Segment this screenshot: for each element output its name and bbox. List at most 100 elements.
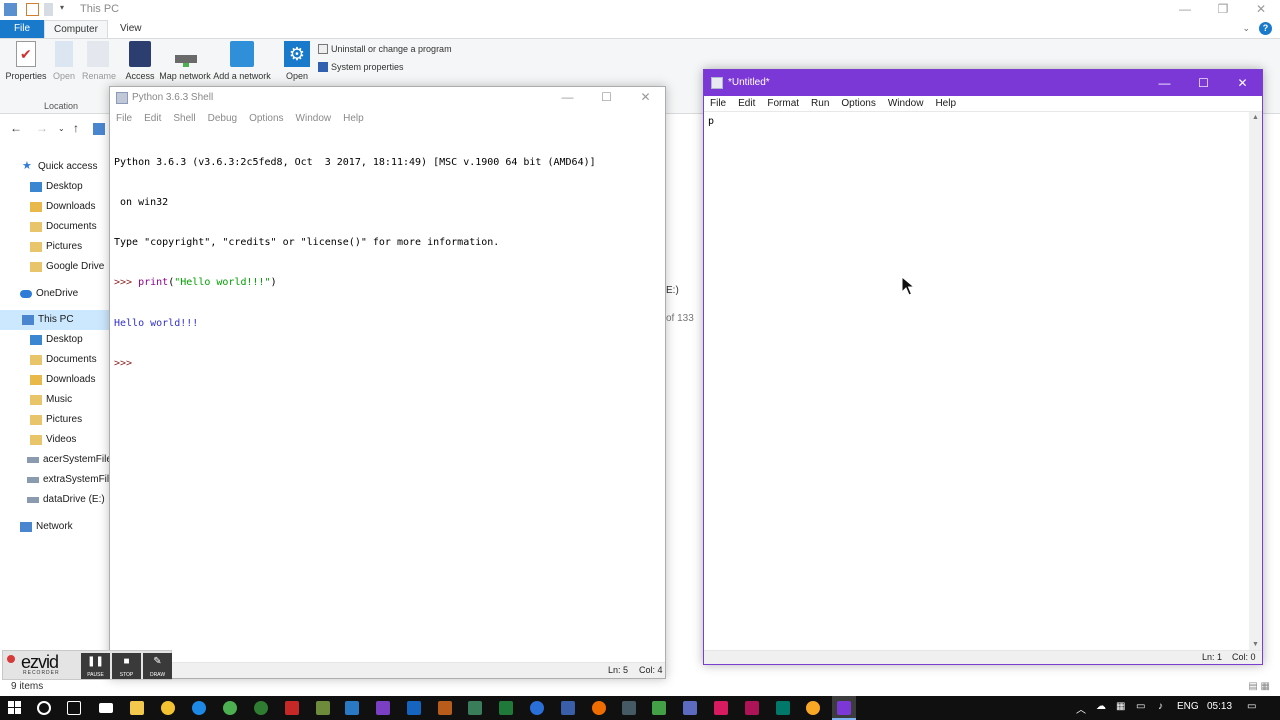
word-icon[interactable]: [407, 701, 421, 715]
nav-pc-desktop[interactable]: Desktop: [0, 330, 110, 350]
nav-pc-videos[interactable]: Videos: [0, 430, 110, 450]
open-settings-button[interactable]: ⚙ Open: [282, 41, 312, 81]
menu-options[interactable]: Options: [243, 111, 289, 127]
teal-tool-icon[interactable]: [468, 701, 482, 715]
nav-desktop[interactable]: Desktop: [0, 177, 110, 197]
check-app-icon[interactable]: [652, 701, 666, 715]
active-idle-taskbar-button[interactable]: [832, 696, 856, 720]
tab-computer[interactable]: Computer: [44, 20, 108, 38]
scroll-up-icon[interactable]: ▲: [1252, 114, 1259, 121]
minimize-icon[interactable]: —: [1166, 0, 1204, 20]
tray-chevron-icon[interactable]: ︿: [1076, 701, 1086, 716]
menu-file[interactable]: File: [704, 96, 732, 111]
menu-file[interactable]: File: [110, 111, 138, 127]
menu-edit[interactable]: Edit: [732, 96, 761, 111]
navy-app-icon[interactable]: [561, 701, 575, 715]
windows-start-icon[interactable]: [8, 701, 22, 715]
nav-drive-extra[interactable]: extraSystemFile: [0, 470, 110, 490]
menu-edit[interactable]: Edit: [138, 111, 167, 127]
file-explorer-taskbar-icon[interactable]: [130, 701, 144, 715]
nav-pc-documents[interactable]: Documents: [0, 350, 110, 370]
minimize-icon[interactable]: —: [548, 87, 587, 109]
editor-text-area[interactable]: p: [708, 116, 1248, 646]
nav-pc-music[interactable]: Music: [0, 390, 110, 410]
up-arrow-icon[interactable]: ↑: [73, 121, 79, 135]
scroll-down-icon[interactable]: ▼: [1252, 641, 1259, 648]
pause-button[interactable]: ❚❚ PAUSE: [81, 653, 110, 679]
nav-pc-downloads[interactable]: Downloads: [0, 370, 110, 390]
shell-text-area[interactable]: Python 3.6.3 (v3.6.3:2c5fed8, Oct 3 2017…: [114, 129, 661, 397]
view-toggle-icons[interactable]: ▤ ▦: [1248, 681, 1270, 692]
access-media-button[interactable]: Access: [124, 41, 156, 81]
close-icon[interactable]: ✕: [1223, 70, 1262, 92]
chrome-browser-icon[interactable]: [223, 701, 237, 715]
open-button[interactable]: Open: [50, 41, 78, 81]
volume-tray-icon[interactable]: ♪: [1158, 701, 1163, 712]
forward-arrow-icon[interactable]: →: [36, 121, 48, 135]
nav-google-drive[interactable]: Google Drive: [0, 257, 110, 277]
gray-app-icon[interactable]: [622, 701, 636, 715]
nav-downloads[interactable]: Downloads: [0, 197, 110, 217]
visual-studio-icon[interactable]: [376, 701, 390, 715]
editor-scrollbar[interactable]: ▲ ▼: [1249, 112, 1262, 650]
draw-button[interactable]: ✎ DRAW: [143, 653, 172, 679]
address-pc-icon[interactable]: [93, 123, 105, 135]
task-view-icon[interactable]: [67, 701, 81, 715]
help-icon[interactable]: ?: [1259, 22, 1272, 35]
edge-browser-icon[interactable]: [192, 701, 206, 715]
clock[interactable]: 05:13: [1207, 701, 1232, 712]
excel-icon[interactable]: [499, 701, 513, 715]
maximize-icon[interactable]: ❐: [1204, 0, 1242, 20]
dark-teal-app-icon[interactable]: [776, 701, 790, 715]
orange-circle-app-icon[interactable]: [592, 701, 606, 715]
nav-documents[interactable]: Documents: [0, 217, 110, 237]
nav-onedrive[interactable]: OneDrive: [0, 284, 110, 304]
magenta-app-icon[interactable]: [745, 701, 759, 715]
uninstall-program-button[interactable]: Uninstall or change a program: [318, 44, 452, 54]
onedrive-tray-icon[interactable]: ☁: [1096, 701, 1106, 712]
close-icon[interactable]: ✕: [626, 87, 665, 109]
menu-window[interactable]: Window: [882, 96, 930, 111]
menu-help[interactable]: Help: [929, 96, 962, 111]
olive-app-icon[interactable]: [316, 701, 330, 715]
action-center-icon[interactable]: ▭: [1247, 701, 1256, 712]
vscode-icon[interactable]: [345, 701, 359, 715]
menu-format[interactable]: Format: [761, 96, 805, 111]
qat-dropdown-icon[interactable]: ▾: [60, 3, 73, 16]
properties-qat-icon[interactable]: [26, 3, 39, 16]
pink-app-icon[interactable]: [714, 701, 728, 715]
menu-options[interactable]: Options: [835, 96, 881, 111]
add-network-location-button[interactable]: Add a network: [212, 41, 272, 81]
ribbon-collapse-icon[interactable]: ⌄: [1242, 23, 1250, 34]
rename-button[interactable]: Rename: [82, 41, 116, 81]
menu-help[interactable]: Help: [337, 111, 370, 127]
orange-tool-icon[interactable]: [438, 701, 452, 715]
tab-view[interactable]: View: [111, 20, 151, 38]
blue-circle-app-icon[interactable]: [530, 701, 544, 715]
nav-drive-data[interactable]: dataDrive (E:): [0, 490, 110, 510]
maximize-icon[interactable]: ☐: [1184, 70, 1223, 92]
indigo-app-icon[interactable]: [683, 701, 697, 715]
input-language[interactable]: ENG: [1177, 701, 1199, 712]
maximize-icon[interactable]: ☐: [587, 87, 626, 109]
system-properties-button[interactable]: System properties: [318, 62, 404, 72]
nav-drive-acer[interactable]: acerSystemFile: [0, 450, 110, 470]
recent-dropdown-icon[interactable]: ⌄: [58, 124, 65, 133]
red-app-icon[interactable]: [285, 701, 299, 715]
new-folder-qat-icon[interactable]: [44, 3, 53, 16]
stop-button[interactable]: ■ STOP: [112, 653, 141, 679]
tab-file[interactable]: File: [0, 20, 44, 38]
cortana-search-icon[interactable]: [37, 701, 51, 715]
menu-debug[interactable]: Debug: [202, 111, 243, 127]
nav-pc-pictures[interactable]: Pictures: [0, 410, 110, 430]
nav-this-pc[interactable]: This PC: [0, 310, 110, 330]
close-icon[interactable]: ✕: [1242, 0, 1280, 20]
yellow-circle-app-icon[interactable]: [806, 701, 820, 715]
menu-window[interactable]: Window: [290, 111, 338, 127]
map-network-drive-button[interactable]: Map network: [158, 41, 212, 81]
network-tray-icon[interactable]: ▦: [1116, 701, 1125, 712]
nav-pictures[interactable]: Pictures: [0, 237, 110, 257]
nav-network[interactable]: Network: [0, 517, 110, 537]
minimize-icon[interactable]: —: [1145, 70, 1184, 92]
green-app-icon[interactable]: [254, 701, 268, 715]
